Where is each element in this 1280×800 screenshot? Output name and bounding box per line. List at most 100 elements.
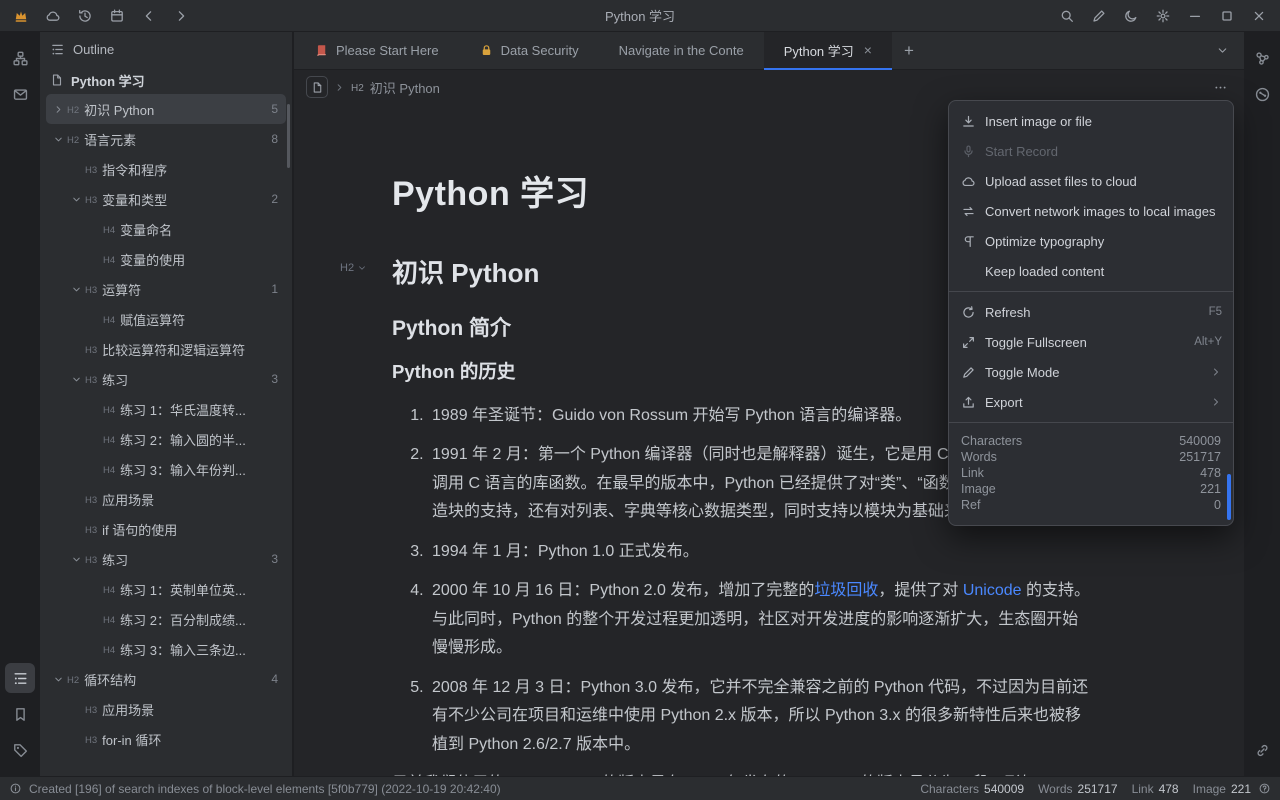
outline-arrow-slot [68, 161, 84, 177]
outline-item[interactable]: H3指令和程序 [46, 154, 286, 184]
maximize-icon[interactable] [1212, 3, 1242, 29]
outline-item[interactable]: H3练习3 [46, 364, 286, 394]
help-icon[interactable] [1258, 782, 1271, 795]
edit-icon[interactable] [1084, 3, 1114, 29]
menu-item-label: Export [985, 395, 1201, 410]
file-icon[interactable] [306, 76, 328, 98]
heading-level-tag: H3 [85, 345, 97, 356]
status-stat-label: Link [1132, 782, 1154, 796]
outline-panel: Outline Python 学习 H2初识 Python5H2语言元素8H3指… [40, 32, 293, 776]
cloud-icon[interactable] [38, 3, 68, 29]
menu-item[interactable]: Upload asset files to cloud [949, 166, 1233, 196]
theme-icon[interactable] [1116, 3, 1146, 29]
sidebar-scrollbar[interactable] [287, 104, 290, 168]
outline-item-label: 练习 3：输入年份判... [120, 460, 246, 479]
graph-icon[interactable] [1247, 43, 1277, 73]
bookmark-icon[interactable] [5, 699, 35, 729]
menu-item[interactable]: Toggle FullscreenAlt+Y [949, 327, 1233, 357]
history-icon[interactable] [70, 3, 100, 29]
file-tree-icon[interactable] [5, 43, 35, 73]
outline-item[interactable]: H3应用场景 [46, 484, 286, 514]
outline-item[interactable]: H4练习 2：百分制成绩... [46, 604, 286, 634]
close-icon[interactable] [1244, 3, 1274, 29]
outline-item[interactable]: H2循环结构4 [46, 664, 286, 694]
tab-close-icon[interactable]: × [864, 43, 872, 57]
outline-item[interactable]: H3变量和类型2 [46, 184, 286, 214]
forward-icon[interactable] [166, 3, 196, 29]
outline-arrow-slot [68, 521, 84, 537]
outline-icon[interactable] [5, 663, 35, 693]
breadcrumb-level: H2 [351, 83, 364, 94]
tab-3[interactable]: Navigate in the Conte [599, 32, 764, 69]
outline-item[interactable]: H3练习3 [46, 544, 286, 574]
tab-list-chevron-icon[interactable] [1210, 39, 1234, 63]
outline-arrow-slot [68, 701, 84, 717]
outline-item[interactable]: H4练习 1：华氏温度转... [46, 394, 286, 424]
menu-item[interactable]: Optimize typography [949, 226, 1233, 256]
inline-link[interactable]: Unicode [963, 582, 1022, 599]
outline-item[interactable]: H2初识 Python5 [46, 94, 286, 124]
chevron-down-icon[interactable] [50, 131, 66, 147]
outline-item[interactable]: H4练习 1：英制单位英... [46, 574, 286, 604]
heading-gutter-label: H2 [340, 262, 354, 274]
heading-level-tag: H3 [85, 525, 97, 536]
breadcrumb-item[interactable]: 初识 Python [370, 78, 440, 97]
outline-item[interactable]: H2语言元素8 [46, 124, 286, 154]
outline-item-label: 运算符 [102, 280, 141, 299]
outline-item[interactable]: H4赋值运算符 [46, 304, 286, 334]
menu-item[interactable]: RefreshF5 [949, 297, 1233, 327]
chevron-down-icon [357, 263, 367, 273]
fullscreen-icon [960, 334, 976, 350]
backlink-icon[interactable] [1247, 735, 1277, 765]
settings-icon[interactable] [1148, 3, 1178, 29]
outline-item[interactable]: H3if 语句的使用 [46, 514, 286, 544]
chevron-down-icon[interactable] [50, 671, 66, 687]
back-icon[interactable] [134, 3, 164, 29]
heading-level-tag: H3 [85, 495, 97, 506]
tabs: Please Start Here Data Security Navigate i… [294, 32, 892, 69]
outline-item[interactable]: H4练习 3：输入年份判... [46, 454, 286, 484]
tab-label: Data Security [501, 43, 579, 58]
tab-1[interactable]: Please Start Here [294, 32, 459, 69]
inline-link[interactable]: 垃圾回收 [814, 582, 878, 599]
outline-item-label: 练习 [102, 550, 128, 569]
tab-4[interactable]: Python 学习× [764, 32, 892, 70]
daily-note-icon[interactable] [102, 3, 132, 29]
outline-item[interactable]: H3应用场景 [46, 694, 286, 724]
text-segment: 2000 年 10 月 16 日：Python 2.0 发布，增加了完整的 [432, 582, 814, 599]
outline-item-count: 2 [263, 192, 278, 206]
menu-stat-label: Image [961, 481, 996, 497]
chevron-down-icon[interactable] [68, 281, 84, 297]
outline-doc-row[interactable]: Python 学习 [40, 66, 292, 94]
chevron-down-icon[interactable] [68, 371, 84, 387]
outline-item[interactable]: H3比较运算符和逻辑运算符 [46, 334, 286, 364]
inbox-icon[interactable] [5, 79, 35, 109]
outline-item[interactable]: H3运算符1 [46, 274, 286, 304]
menu-item[interactable]: Convert network images to local images [949, 196, 1233, 226]
menu-item[interactable]: Export [949, 387, 1233, 417]
menu-item[interactable]: Toggle Mode [949, 357, 1233, 387]
app-logo-icon[interactable] [6, 3, 36, 29]
menu-stat-value: 540009 [1179, 433, 1221, 449]
status-stat-value: 540009 [984, 782, 1024, 796]
more-icon[interactable] [1208, 75, 1232, 99]
outline-item[interactable]: H4练习 2：输入圆的半... [46, 424, 286, 454]
tag-icon[interactable] [5, 735, 35, 765]
menu-item[interactable]: Insert image or file [949, 106, 1233, 136]
outline-item[interactable]: H4变量命名 [46, 214, 286, 244]
search-icon[interactable] [1052, 3, 1082, 29]
outline-item[interactable]: H4变量的使用 [46, 244, 286, 274]
tab-2[interactable]: Data Security [459, 32, 599, 69]
outline-item[interactable]: H4练习 3：输入三条边... [46, 634, 286, 664]
chevron-down-icon[interactable] [68, 191, 84, 207]
global-graph-icon[interactable] [1247, 79, 1277, 109]
outline-item[interactable]: H3for-in 循环 [46, 724, 286, 754]
minimize-icon[interactable] [1180, 3, 1210, 29]
info-icon[interactable] [9, 782, 22, 795]
chevron-right-icon[interactable] [50, 101, 66, 117]
menu-scrollbar[interactable] [1227, 474, 1231, 520]
new-tab-button[interactable]: + [896, 38, 922, 64]
chevron-down-icon[interactable] [68, 551, 84, 567]
menu-item[interactable]: Keep loaded content [949, 256, 1233, 286]
heading-gutter[interactable]: H2 [340, 262, 367, 274]
